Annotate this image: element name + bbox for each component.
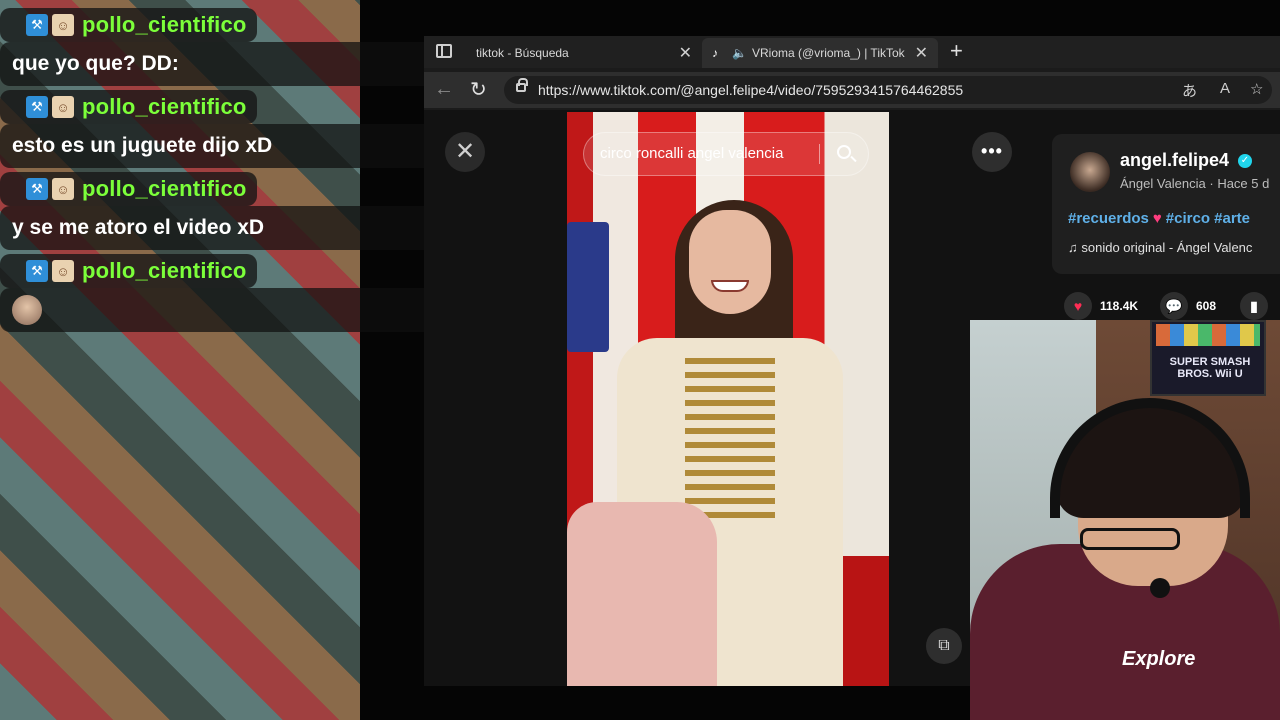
avatar-badge-icon: ☺	[52, 96, 74, 118]
heart-emoji-icon: ♥	[1152, 210, 1162, 227]
search-divider	[819, 144, 820, 164]
picture-in-picture-icon[interactable]: ⧉	[926, 628, 962, 664]
chat-message: ⚒ ☺ pollo_cientifico	[0, 254, 470, 332]
action-bar: ♥ 118.4K 💬 608 ▮	[1064, 292, 1280, 322]
bookmark-button[interactable]: ▮	[1240, 292, 1268, 320]
stream-stage: ⚒ ☺ pollo_cientifico que yo que? DD: ⚒ ☺…	[0, 0, 1280, 720]
comment-count: 608	[1196, 299, 1217, 313]
video-player[interactable]: circo roncalli angel valencia	[567, 112, 889, 686]
hammer-badge-icon: ⚒	[26, 96, 48, 118]
like-button[interactable]: ♥ 118.4K	[1064, 292, 1138, 320]
lock-icon[interactable]	[516, 78, 528, 92]
webcam-feed: SUPER SMASH BROS. Wii U Explore	[970, 320, 1280, 720]
address-bar: ← ↻ https://www.tiktok.com/@angel.felipe…	[424, 72, 1280, 108]
person-smile	[711, 280, 749, 292]
chat-username: pollo_cientifico	[82, 94, 247, 119]
chat-text: esto es un juguete dijo xD	[0, 124, 470, 168]
speaker-icon[interactable]: 🔈	[732, 46, 747, 60]
avatar-badge-icon: ☺	[52, 178, 74, 200]
hammer-badge-icon: ⚒	[26, 14, 48, 36]
close-tab-icon[interactable]: ✕	[915, 43, 928, 63]
comment-icon: 💬	[1160, 292, 1188, 320]
hashtag-link[interactable]: #arte	[1214, 210, 1250, 227]
tab-bar: tiktok - Búsqueda ✕ ♪ 🔈 VRioma (@vrioma_…	[424, 36, 1280, 68]
poster: SUPER SMASH BROS. Wii U	[1150, 320, 1266, 396]
chat-list: ⚒ ☺ pollo_cientifico que yo que? DD: ⚒ ☺…	[0, 8, 470, 336]
video-search-bar[interactable]: circo roncalli angel valencia	[583, 132, 869, 176]
poster-text: SUPER SMASH BROS. Wii U	[1169, 356, 1251, 380]
back-arrow-icon[interactable]: ←	[434, 78, 454, 101]
author-subtitle: Ángel Valencia · Hace 5 d	[1120, 176, 1270, 191]
read-aloud-icon[interactable]: あ	[1182, 80, 1197, 101]
shirt-logo: Explore	[1122, 648, 1196, 670]
search-icon[interactable]	[837, 145, 851, 159]
chat-user-line: ⚒ ☺ pollo_cientifico	[0, 172, 257, 206]
chat-username: pollo_cientifico	[82, 12, 247, 37]
chat-message: ⚒ ☺ pollo_cientifico esto es un juguete …	[0, 90, 470, 168]
hashtags: #recuerdos ♥ #circo #arte	[1068, 210, 1250, 227]
tab-tiktok-search[interactable]: tiktok - Búsqueda ✕	[466, 38, 702, 68]
chat-message: ⚒ ☺ pollo_cientifico y se me atoro el vi…	[0, 172, 470, 250]
avatar-badge-icon: ☺	[52, 260, 74, 282]
costume-rack	[567, 222, 609, 352]
pink-coat	[567, 502, 717, 686]
chat-message: ⚒ ☺ pollo_cientifico que yo que? DD:	[0, 8, 470, 86]
close-icon[interactable]: ✕	[445, 132, 485, 172]
sound-line[interactable]: ♫ sonido original - Ángel Valenc	[1068, 240, 1252, 255]
comment-button[interactable]: 💬 608	[1160, 292, 1216, 320]
glasses	[1080, 528, 1180, 550]
tab-title: tiktok - Búsqueda	[476, 46, 569, 60]
hashtag-link[interactable]: #circo	[1166, 210, 1210, 227]
chat-user-line: ⚒ ☺ pollo_cientifico	[0, 90, 257, 124]
tab-title: VRioma (@vrioma_) | TikTok	[752, 46, 905, 60]
sound-label: sonido original - Ángel Valenc	[1081, 240, 1253, 255]
tiktok-favicon-icon: ♪	[712, 46, 718, 60]
close-tab-icon[interactable]: ✕	[679, 43, 692, 63]
verified-icon: ✓	[1238, 154, 1252, 168]
avatar-badge-icon: ☺	[52, 14, 74, 36]
face-emote-icon	[12, 295, 42, 325]
font-icon[interactable]: A	[1220, 80, 1230, 97]
person-face	[689, 210, 771, 314]
url-field[interactable]: https://www.tiktok.com/@angel.felipe4/vi…	[504, 76, 1272, 104]
chat-text: que yo que? DD:	[0, 42, 470, 86]
chat-username: pollo_cientifico	[82, 176, 247, 201]
tab-actions-icon[interactable]	[436, 44, 452, 58]
heart-icon: ♥	[1064, 292, 1092, 320]
star-icon[interactable]: ☆	[1250, 80, 1263, 98]
new-tab-button[interactable]: +	[950, 38, 963, 64]
microphone-icon	[1150, 578, 1170, 598]
reload-icon[interactable]: ↻	[470, 77, 487, 102]
avatar[interactable]	[1070, 152, 1110, 192]
like-count: 118.4K	[1100, 299, 1139, 313]
hammer-badge-icon: ⚒	[26, 178, 48, 200]
jacket-braid	[685, 358, 775, 518]
bookmark-icon: ▮	[1240, 292, 1268, 320]
chat-username: pollo_cientifico	[82, 258, 247, 283]
chat-user-line: ⚒ ☺ pollo_cientifico	[0, 8, 257, 42]
more-options-icon[interactable]: •••	[972, 132, 1012, 172]
chat-text: y se me atoro el video xD	[0, 206, 470, 250]
poster-characters	[1156, 324, 1260, 346]
video-info-card: angel.felipe4 ✓ Ángel Valencia · Hace 5 …	[1052, 134, 1280, 274]
chat-emote-message	[0, 288, 470, 332]
author-name[interactable]: angel.felipe4	[1120, 150, 1229, 171]
hashtag-link[interactable]: #recuerdos	[1068, 210, 1149, 227]
chat-user-line: ⚒ ☺ pollo_cientifico	[0, 254, 257, 288]
hammer-badge-icon: ⚒	[26, 260, 48, 282]
tab-vrioma[interactable]: ♪ 🔈 VRioma (@vrioma_) | TikTok ✕	[702, 38, 938, 68]
